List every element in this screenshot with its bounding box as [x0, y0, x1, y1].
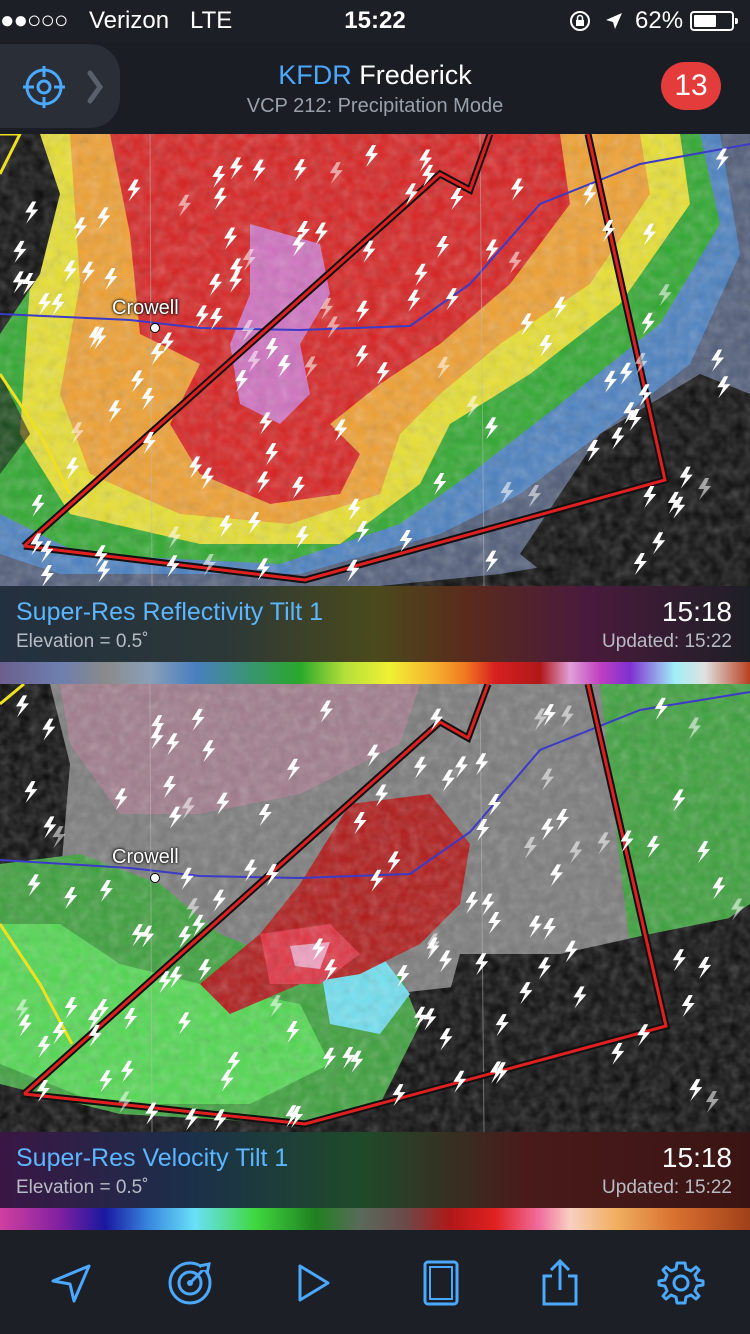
- station-name: Frederick: [359, 60, 472, 90]
- battery-icon: [690, 11, 738, 31]
- play-button[interactable]: [288, 1258, 338, 1308]
- layout-button[interactable]: [416, 1258, 466, 1308]
- battery-percentage: 62%: [635, 7, 684, 34]
- station-header: KFDR Frederick VCP 212: Precipitation Mo…: [0, 42, 750, 134]
- town-marker: [150, 873, 160, 883]
- product-title: Super-Res Velocity Tilt 1: [16, 1144, 289, 1172]
- velocity-radar-map[interactable]: Crowell: [0, 684, 750, 1132]
- scan-time: 15:18: [661, 1142, 732, 1173]
- play-icon[interactable]: [288, 1258, 338, 1308]
- alert-count-badge[interactable]: 13: [661, 62, 721, 110]
- vcp-mode: VCP 212: Precipitation Mode: [246, 95, 504, 117]
- town-label: Crowell: [112, 846, 179, 868]
- updated-time: Updated: 15:22: [602, 631, 732, 652]
- velocity-info-bar[interactable]: Super-Res Velocity Tilt 1 Elevation = 0.…: [0, 1132, 750, 1208]
- town-marker: [150, 323, 160, 333]
- station-title[interactable]: KFDR Frederick: [0, 60, 750, 91]
- reflectivity-radar-image: [0, 134, 750, 586]
- bottom-toolbar: [0, 1230, 750, 1334]
- reflectivity-info-bar[interactable]: Super-Res Reflectivity Tilt 1 Elevation …: [0, 586, 750, 662]
- velocity-color-scale: [0, 1208, 750, 1230]
- velocity-radar-image: [0, 684, 750, 1132]
- product-elevation: Elevation = 0.5˚: [16, 631, 149, 652]
- location-arrow-button[interactable]: [46, 1258, 96, 1308]
- town-label: Crowell: [112, 297, 179, 319]
- share-icon[interactable]: [535, 1258, 585, 1308]
- location-services-icon: [606, 13, 622, 29]
- station-id: KFDR: [278, 60, 352, 90]
- location-arrow-icon[interactable]: [46, 1258, 96, 1308]
- share-button[interactable]: [535, 1258, 585, 1308]
- orientation-lock-icon: [570, 11, 590, 31]
- settings-icon[interactable]: [656, 1258, 706, 1308]
- status-bar: ●●○○○ Verizon LTE 15:22 62%: [0, 0, 750, 42]
- radar-icon[interactable]: [165, 1258, 215, 1308]
- updated-time: Updated: 15:22: [602, 1177, 732, 1198]
- settings-button[interactable]: [656, 1258, 706, 1308]
- scan-time: 15:18: [661, 596, 732, 627]
- layout-icon[interactable]: [416, 1258, 466, 1308]
- product-elevation: Elevation = 0.5˚: [16, 1177, 149, 1198]
- reflectivity-color-scale: [0, 662, 750, 684]
- reflectivity-radar-map[interactable]: Crowell: [0, 134, 750, 586]
- radar-button[interactable]: [165, 1258, 215, 1308]
- product-title: Super-Res Reflectivity Tilt 1: [16, 598, 324, 626]
